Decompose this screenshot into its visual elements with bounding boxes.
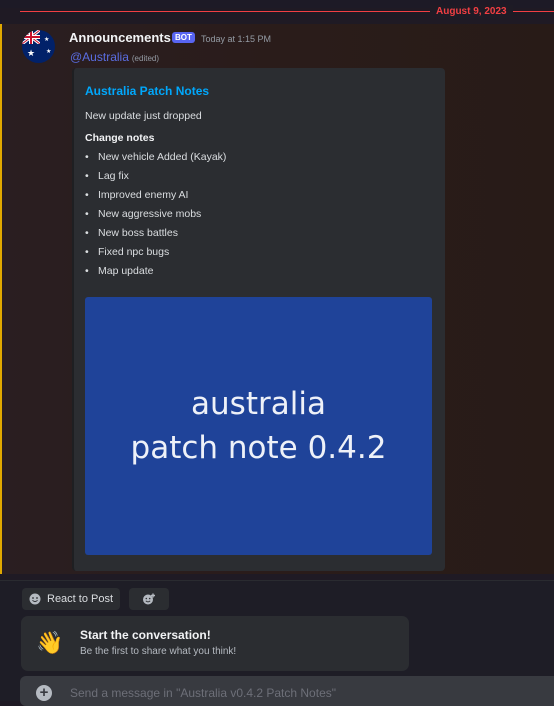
start-conversation-title: Start the conversation! — [80, 628, 211, 642]
list-item: Lag fix — [85, 169, 226, 188]
react-to-post-label: React to Post — [47, 593, 114, 605]
mention-label[interactable]: @Australia — [70, 50, 129, 64]
list-item: New vehicle Added (Kayak) — [85, 150, 226, 169]
list-item: Improved enemy AI — [85, 188, 226, 207]
start-conversation-subtitle: Be the first to share what you think! — [80, 646, 237, 657]
embed-image-line: patch note 0.4.2 — [130, 430, 387, 466]
start-conversation-card: 👋 Start the conversation! Be the first t… — [21, 616, 409, 671]
star-icon: ★ — [44, 37, 50, 43]
embed-image-line: australia — [191, 386, 326, 422]
embed-image[interactable]: australia patch note 0.4.2 — [85, 297, 432, 555]
author-name[interactable]: Announcements — [69, 30, 171, 45]
australia-flag-icon[interactable]: ★ ★ ★ — [22, 30, 55, 63]
react-to-post-button[interactable]: React to Post — [22, 588, 121, 610]
edited-label: (edited) — [131, 54, 159, 63]
message-input[interactable] — [68, 681, 542, 705]
star-icon: ★ — [27, 48, 36, 58]
message-timestamp[interactable]: Today at 1:15 PM — [201, 34, 271, 44]
list-item: Fixed npc bugs — [85, 245, 226, 264]
star-icon: ★ — [46, 49, 52, 55]
add-reaction-icon — [143, 593, 155, 605]
waving-hand-icon: 👋 — [36, 630, 64, 655]
union-jack-icon — [22, 30, 40, 44]
message-embed: Australia Patch Notes New update just dr… — [72, 68, 445, 571]
embed-title[interactable]: Australia Patch Notes — [85, 84, 209, 98]
change-notes-heading: Change notes — [85, 132, 155, 144]
message-composer: + — [20, 676, 554, 706]
plus-circle-icon[interactable]: + — [36, 685, 52, 701]
date-divider-label: August 9, 2023 — [430, 5, 513, 18]
list-item: New boss battles — [85, 226, 226, 245]
bot-badge: BOT — [172, 32, 195, 43]
embed-description: New update just dropped — [85, 110, 202, 122]
role-mention[interactable]: @Australia (edited) — [70, 50, 159, 64]
emoji-smile-icon — [29, 593, 41, 605]
change-notes-list: New vehicle Added (Kayak) Lag fix Improv… — [85, 150, 226, 283]
list-item: Map update — [85, 264, 226, 283]
list-item: New aggressive mobs — [85, 207, 226, 226]
add-reaction-button[interactable] — [129, 588, 169, 610]
